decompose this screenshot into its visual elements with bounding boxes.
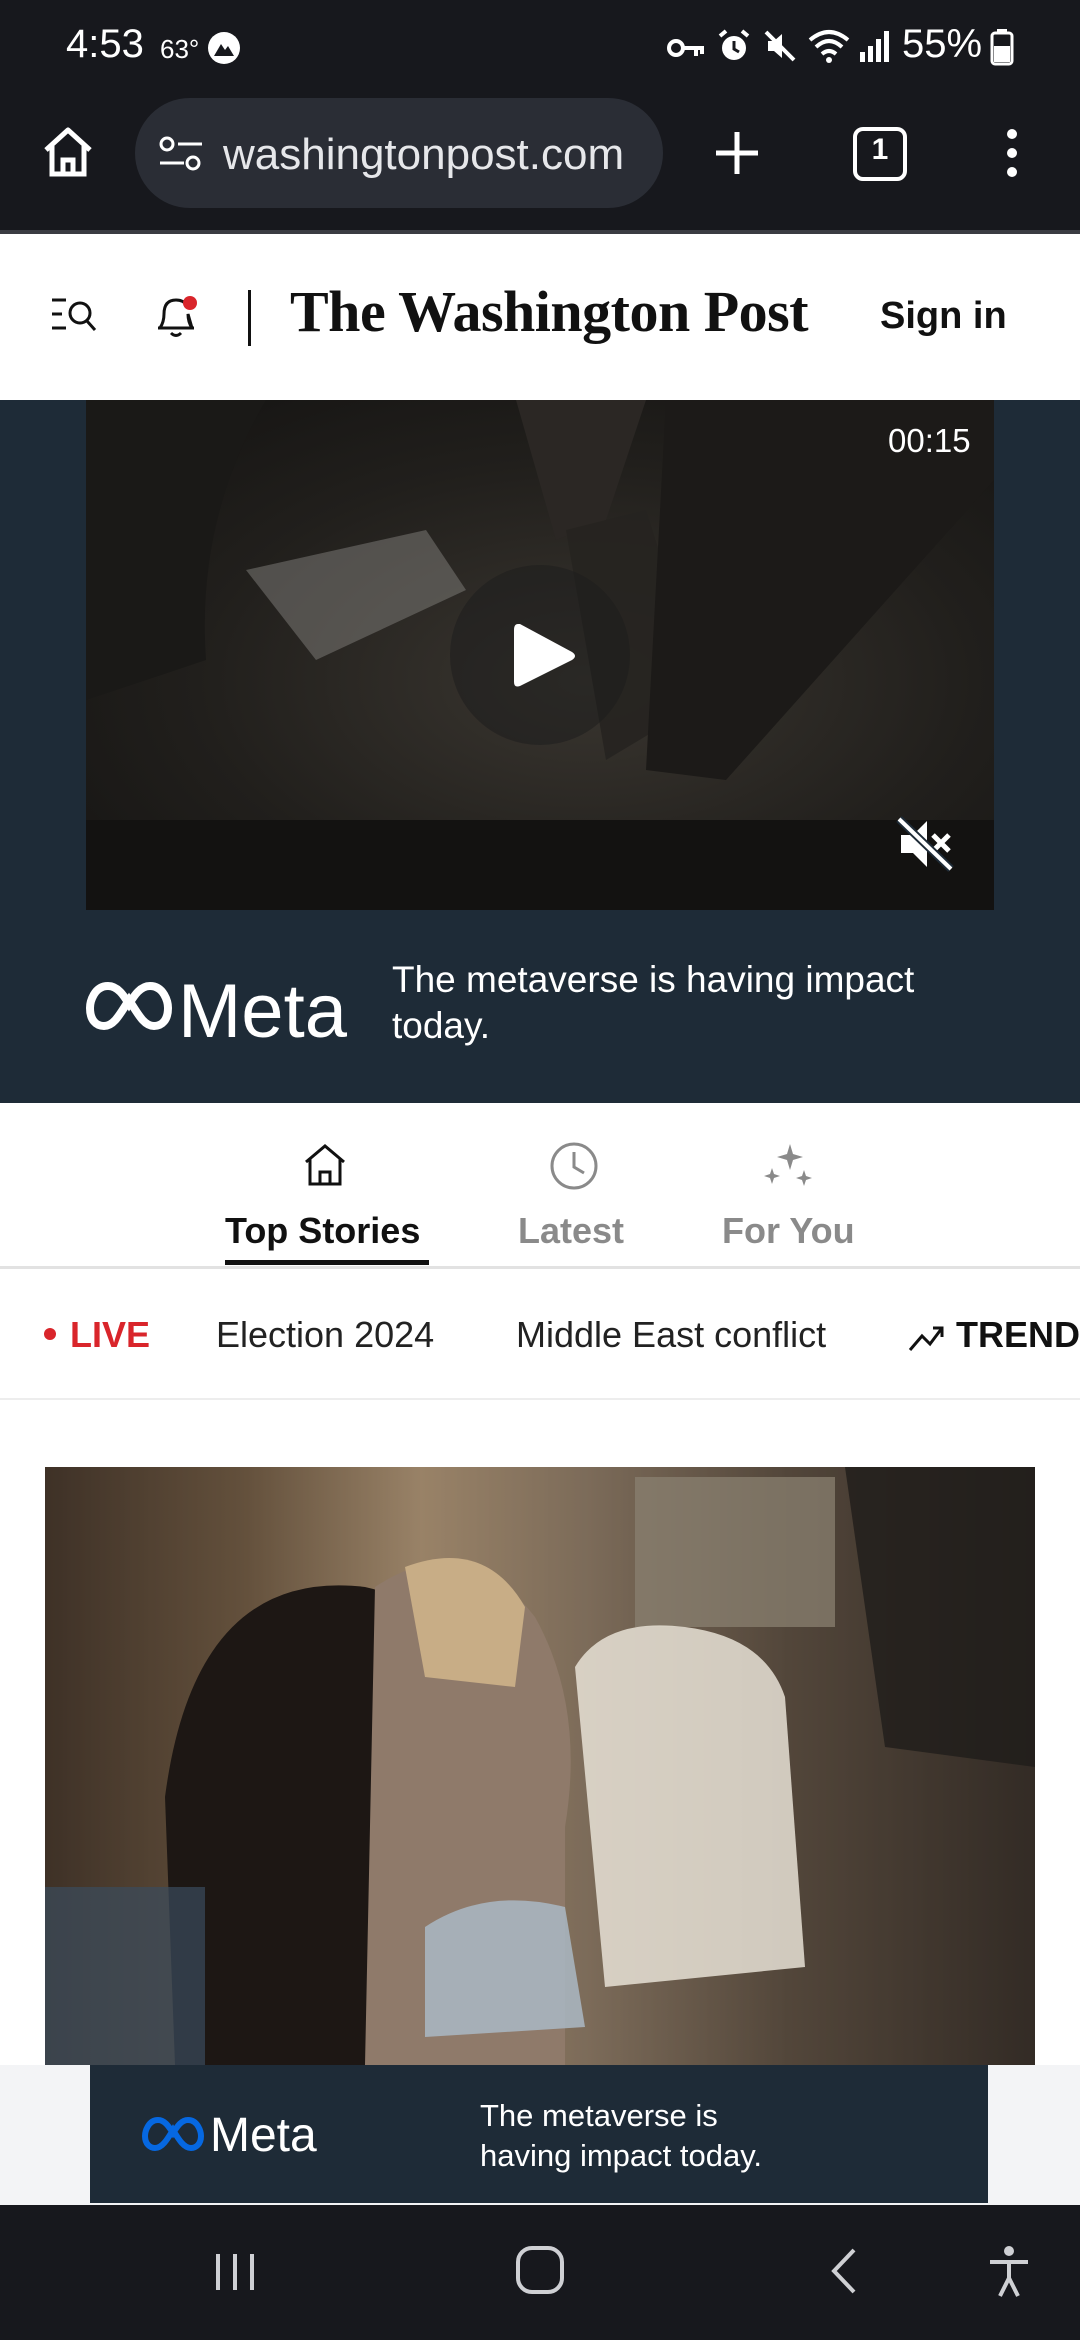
tab-for-you[interactable]: For You (722, 1210, 855, 1252)
home-icon[interactable] (40, 124, 96, 180)
back-icon[interactable] (826, 2246, 860, 2296)
signal-icon (860, 31, 889, 62)
site-settings-icon[interactable] (158, 136, 204, 172)
topic-live[interactable]: LIVE (70, 1314, 150, 1356)
live-dot (44, 1328, 56, 1340)
key-icon (667, 39, 704, 57)
more-menu-icon[interactable] (1000, 126, 1024, 180)
status-temperature: 63° (160, 34, 200, 64)
mute-icon (764, 30, 796, 62)
muted-speaker-icon[interactable] (895, 815, 957, 873)
tab-latest[interactable]: Latest (518, 1210, 624, 1252)
weather-app-icon (208, 32, 240, 64)
new-tab-icon[interactable] (712, 128, 762, 178)
home-button-icon[interactable] (514, 2244, 566, 2296)
battery-percentage: 55% (902, 22, 983, 66)
alarm-icon (718, 29, 750, 60)
wp-logo[interactable]: The Washington Post (290, 278, 809, 345)
meta-infinity-logo-blue (142, 2116, 204, 2152)
notifications-bell-icon[interactable] (150, 290, 202, 342)
photo-scene (45, 1467, 1035, 2065)
topic-divider (0, 1398, 1080, 1400)
meta-brand-text: Meta (178, 969, 347, 1054)
status-time: 4:53 (66, 22, 144, 66)
ad-tagline-bottom[interactable]: The metaverse is having impact today. (480, 2096, 800, 2176)
header-separator (248, 290, 251, 346)
url-text[interactable]: washingtonpost.com (223, 130, 624, 180)
play-icon[interactable] (510, 620, 580, 692)
topic-election-2024[interactable]: Election 2024 (216, 1314, 434, 1356)
tab-count[interactable]: 1 (853, 133, 907, 167)
home-outline-icon[interactable] (302, 1142, 348, 1188)
sign-in-link[interactable]: Sign in (880, 295, 1007, 338)
battery-icon (990, 29, 1014, 66)
sparkle-icon[interactable] (760, 1140, 816, 1194)
topic-trending[interactable]: TREND (956, 1314, 1080, 1356)
recent-apps-icon[interactable] (210, 2250, 260, 2294)
wifi-icon (808, 30, 850, 63)
meta-brand-text-bottom: Meta (210, 2109, 317, 2162)
tab-top-stories[interactable]: Top Stories (225, 1210, 420, 1252)
ad-tagline[interactable]: The metaverse is having impact today. (392, 957, 992, 1049)
topic-middle-east-conflict[interactable]: Middle East conflict (516, 1314, 826, 1356)
clock-icon[interactable] (548, 1140, 600, 1192)
menu-search-icon[interactable] (50, 296, 98, 336)
accessibility-icon[interactable] (986, 2244, 1032, 2300)
meta-infinity-logo (86, 981, 172, 1031)
trending-up-icon[interactable] (906, 1320, 946, 1354)
active-tab-indicator (225, 1260, 429, 1265)
video-timer: 00:15 (888, 422, 971, 459)
article-lead-image[interactable] (45, 1467, 1035, 2065)
